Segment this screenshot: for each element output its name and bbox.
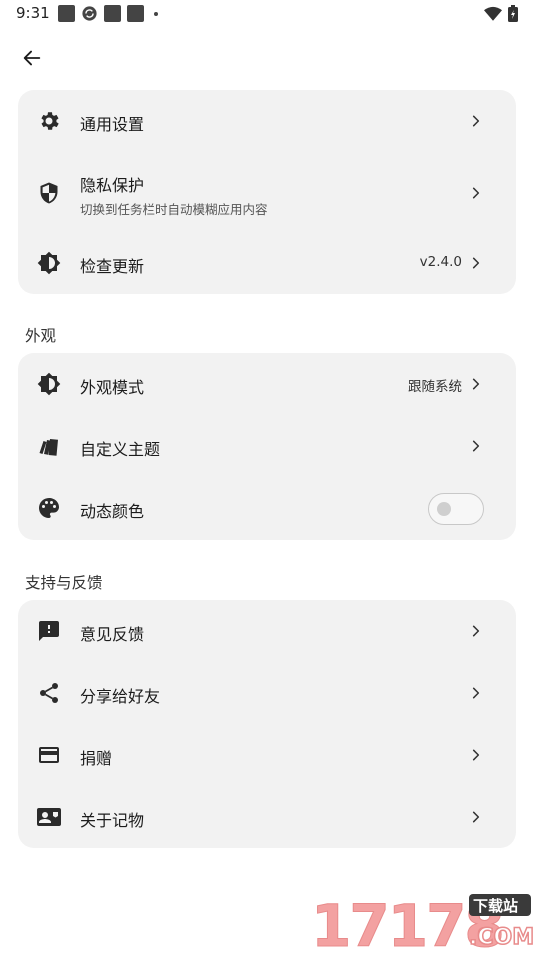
gear-icon: [36, 108, 62, 134]
toggle-knob: [437, 502, 451, 516]
privacy-protection-description: 切换到任务栏时自动模糊应用内容: [80, 202, 268, 217]
notification-icon: [127, 5, 144, 22]
feedback-item[interactable]: 意见反馈: [18, 600, 516, 662]
custom-theme-item[interactable]: 自定义主题: [18, 415, 516, 477]
privacy-protection-item[interactable]: 隐私保护 切换到任务栏时自动模糊应用内容: [18, 152, 516, 232]
chevron-right-icon: [466, 111, 486, 131]
site-watermark: 17178 下载站 .COM: [309, 890, 534, 954]
system-icons: [484, 5, 518, 22]
version-value: v2.4.0: [419, 254, 462, 270]
appearance-mode-value: 跟随系统: [408, 379, 462, 395]
feedback-icon: [36, 618, 62, 644]
shield-icon: [36, 180, 62, 206]
share-label: 分享给好友: [80, 687, 161, 706]
appearance-mode-label: 外观模式: [80, 378, 145, 397]
chevron-right-icon: [466, 374, 486, 394]
general-settings-label: 通用设置: [80, 115, 145, 134]
chevron-right-icon: [466, 436, 486, 456]
notification-icons: [58, 5, 158, 22]
watermark-badge: 下载站: [473, 897, 518, 915]
battery-icon: [508, 5, 518, 22]
donate-item[interactable]: 捐赠: [18, 724, 516, 786]
appearance-mode-item[interactable]: 外观模式 跟随系统: [18, 353, 516, 415]
appearance-section-title: 外观: [25, 327, 57, 345]
chevron-right-icon: [466, 745, 486, 765]
dynamic-color-item[interactable]: 动态颜色: [18, 477, 516, 540]
cards-icon: [36, 433, 62, 459]
donate-label: 捐赠: [80, 749, 113, 768]
brightness-icon: [36, 250, 62, 276]
share-item[interactable]: 分享给好友: [18, 662, 516, 724]
brightness-icon: [36, 371, 62, 397]
custom-theme-label: 自定义主题: [80, 440, 161, 459]
sync-icon: [82, 6, 97, 21]
back-button[interactable]: [18, 44, 46, 72]
dynamic-color-toggle[interactable]: [428, 493, 484, 525]
chevron-right-icon: [466, 807, 486, 827]
support-section-title: 支持与反馈: [25, 574, 103, 592]
chevron-right-icon: [466, 183, 486, 203]
support-card: 意见反馈 分享给好友 捐赠 关于记物: [18, 600, 516, 848]
watermark-logo: 17178 下载站 .COM: [311, 892, 534, 954]
palette-icon: [36, 495, 62, 521]
credit-card-icon: [36, 742, 62, 768]
share-icon: [36, 680, 62, 706]
general-settings-item[interactable]: 通用设置: [18, 90, 516, 152]
wifi-icon: [484, 6, 502, 21]
watermark-domain: .COM: [469, 925, 534, 950]
privacy-protection-label: 隐私保护: [80, 176, 145, 195]
feedback-label: 意见反馈: [80, 625, 145, 644]
status-time: 9:31: [16, 4, 50, 22]
contact-card-icon: [36, 804, 62, 830]
arrow-left-icon: [23, 50, 41, 66]
chevron-right-icon: [466, 253, 486, 273]
about-item[interactable]: 关于记物: [18, 786, 516, 848]
appearance-card: 外观模式 跟随系统 自定义主题 动态颜色: [18, 353, 516, 540]
check-update-label: 检查更新: [80, 257, 145, 276]
dynamic-color-label: 动态颜色: [80, 502, 145, 521]
about-label: 关于记物: [80, 811, 145, 830]
notification-icon: [58, 5, 75, 22]
check-update-item[interactable]: 检查更新 v2.4.0: [18, 232, 516, 294]
general-settings-card: 通用设置 隐私保护 切换到任务栏时自动模糊应用内容 检查更新 v2.4.0: [18, 90, 516, 294]
chevron-right-icon: [466, 621, 486, 641]
more-notifications-icon: [154, 11, 158, 16]
status-bar: 9:31: [0, 0, 534, 28]
chevron-right-icon: [466, 683, 486, 703]
notification-icon: [104, 5, 121, 22]
